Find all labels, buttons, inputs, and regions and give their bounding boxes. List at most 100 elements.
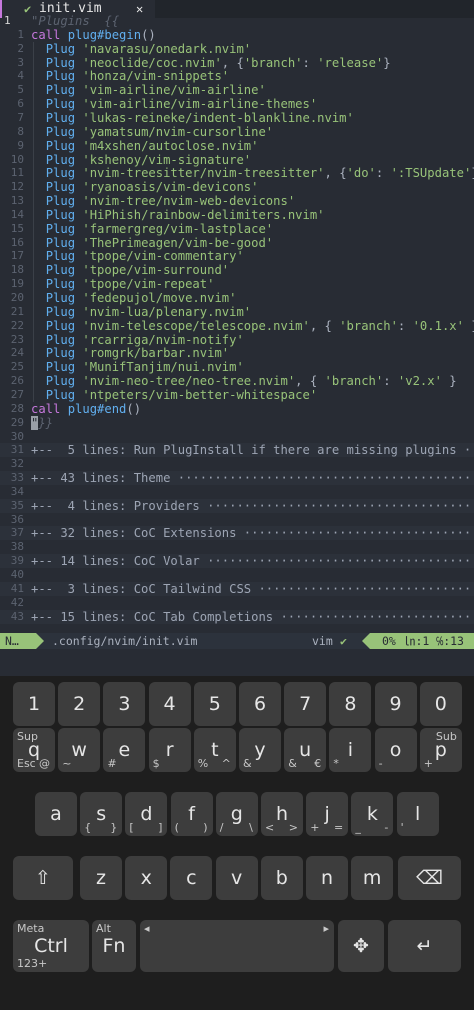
fn-key[interactable]: Fn Alt [92,920,136,972]
line-number: 25 [10,360,24,374]
key-4[interactable]: 4 [148,682,191,726]
fold-line[interactable]: 31 +-- 5 lines: Run PlugInstall if there … [0,443,474,458]
line-text: Plug 'nvim-telescope/telescope.nvim', { … [45,318,474,333]
code-line[interactable]: 5 Plug 'vim-airline/vim-airline' [0,83,474,97]
code-line[interactable]: 29 "}} [0,415,474,430]
key-9[interactable]: 9 [374,682,417,726]
code-line[interactable]: 20 Plug 'fedepujol/move.nvim' [0,291,474,305]
line-number: 24 [10,346,24,360]
shift-key[interactable]: ⇧ [13,856,73,900]
key-k[interactable]: k _ - [351,792,394,836]
code-line[interactable]: 34 [0,485,474,499]
fold-line[interactable]: 35 +-- 4 lines: Providers ···············… [0,498,474,513]
key-t[interactable]: t% ^ [193,728,236,772]
command-line[interactable] [0,649,474,676]
code-line[interactable]: 13 Plug 'nvim-tree/nvim-web-devicons' [0,194,474,208]
code-line[interactable]: 8 Plug 'yamatsum/nvim-cursorline' [0,125,474,139]
key-7[interactable]: 7 [284,682,327,726]
key-8[interactable]: 8 [329,682,372,726]
key-u[interactable]: u & € [284,728,327,772]
space-key[interactable]: ◂ ▸ [140,920,334,972]
key-n[interactable]: n [306,856,348,900]
code-line[interactable]: 36 [0,513,474,527]
filetype: vim [312,634,333,648]
key-v[interactable]: v [215,856,258,900]
ctrl-key[interactable]: Ctrl Meta 123+ [13,920,89,972]
code-line[interactable]: 23 Plug 'rcarriga/nvim-notify' [0,333,474,347]
fold-line[interactable]: 41 +-- 3 lines: CoC Tailwind CSS ········… [0,581,474,596]
code-line[interactable]: 9 Plug 'm4xshen/autoclose.nvim' [0,139,474,153]
code-line[interactable]: 1 "Plugins {{ [0,14,474,28]
backspace-key[interactable]: ⌫ [398,856,461,900]
code-line[interactable]: 22 Plug 'nvim-telescope/telescope.nvim',… [0,319,474,333]
line-text: Plug 'yamatsum/nvim-cursorline' [45,124,274,139]
key-z[interactable]: z [80,856,122,900]
code-line[interactable]: 14 Plug 'HiPhish/rainbow-delimiters.nvim… [0,208,474,222]
code-line[interactable]: 17 Plug 'tpope/vim-commentary' [0,249,474,263]
key-5[interactable]: 5 [193,682,236,726]
key-q[interactable]: q Sup Esc @ [13,728,55,772]
key-1[interactable]: 1 [13,682,55,726]
key-alt-label: ] [158,821,163,834]
code-line[interactable]: 10 Plug 'kshenoy/vim-signature' [0,153,474,167]
key-c[interactable]: c [170,856,213,900]
key-y[interactable]: y & [239,728,281,772]
line-text: +-- 15 lines: CoC Tab Completions ······… [31,609,474,624]
key-j[interactable]: j + = [306,792,349,836]
key-p[interactable]: p Sub + [419,728,462,772]
code-line[interactable]: 40 [0,568,474,582]
key-b[interactable]: b [260,856,303,900]
code-line[interactable]: 25 Plug 'MunifTanjim/nui.nvim' [0,360,474,374]
code-line[interactable]: 3 Plug 'neoclide/coc.nvim', {'branch': '… [0,56,474,70]
code-line[interactable]: 19 Plug 'tpope/vim-repeat' [0,277,474,291]
code-line[interactable]: 4 Plug 'honza/vim-snippets' [0,69,474,83]
key-6[interactable]: 6 [239,682,281,726]
line-number: 12 [10,180,24,194]
key-f[interactable]: f() [170,792,213,836]
key-e[interactable]: e # [103,728,146,772]
code-line[interactable]: 2 Plug 'navarasu/onedark.nvim' [0,42,474,56]
key-m[interactable]: m [351,856,394,900]
code-line[interactable]: 28 call plug#end() [0,402,474,416]
code-line[interactable]: 15 Plug 'farmergreg/vim-lastplace' [0,222,474,236]
code-line[interactable]: 30 [0,430,474,444]
code-line[interactable]: 21 Plug 'nvim-lua/plenary.nvim' [0,305,474,319]
key-s[interactable]: s{} [80,792,123,836]
code-line[interactable]: 11 Plug 'nvim-treesitter/nvim-treesitter… [0,166,474,180]
code-line[interactable]: 27 Plug 'ntpeters/vim-better-whitespace' [0,388,474,402]
key-alt-label: Sup [17,730,38,743]
code-line[interactable]: 24 Plug 'romgrk/barbar.nvim' [0,346,474,360]
code-line[interactable]: 32 [0,457,474,471]
editor[interactable]: ✔ init.vim ✕ 1 "Plugins {{1 call plug#begi… [0,0,474,676]
key-i[interactable]: i * [329,728,372,772]
enter-key[interactable]: ↵ [388,920,461,972]
key-l[interactable]: l ' [396,792,439,836]
key-0[interactable]: 0 [419,682,462,726]
code-line[interactable]: 12 Plug 'ryanoasis/vim-devicons' [0,180,474,194]
code-line[interactable]: 16 Plug 'ThePrimeagen/vim-be-good' [0,236,474,250]
arrow-keys[interactable]: ✥ [338,920,384,972]
fold-line[interactable]: 37 +-- 32 lines: CoC Extensions ·········… [0,526,474,541]
key-a[interactable]: a [35,792,77,836]
key-h[interactable]: h < > [261,792,303,836]
key-label: 3 [118,693,131,715]
code-line[interactable]: 18 Plug 'tpope/vim-surround' [0,263,474,277]
code-line[interactable]: 42 [0,596,474,610]
code-line[interactable]: 6 Plug 'vim-airline/vim-airline-themes' [0,97,474,111]
fold-line[interactable]: 43 +-- 15 lines: CoC Tab Completions ····… [0,609,474,624]
fold-line[interactable]: 33 +-- 43 lines: Theme ··················… [0,471,474,486]
key-2[interactable]: 2 [58,682,101,726]
key-w[interactable]: w ~ [58,728,101,772]
key-g[interactable]: g / \ [215,792,258,836]
code-line[interactable]: 38 [0,540,474,554]
key-o[interactable]: o- [374,728,417,772]
code-line[interactable]: 7 Plug 'lukas-reineke/indent-blankline.n… [0,111,474,125]
line-text: call plug#begin() [31,27,156,42]
key-3[interactable]: 3 [103,682,146,726]
key-x[interactable]: x [125,856,168,900]
code-line[interactable]: 26 Plug 'nvim-neo-tree/neo-tree.nvim', {… [0,374,474,388]
code-line[interactable]: 1 call plug#begin() [0,28,474,42]
key-r[interactable]: r $ [148,728,191,772]
fold-line[interactable]: 39 +-- 14 lines: CoC Volar ··············… [0,554,474,569]
key-d[interactable]: d[] [125,792,168,836]
